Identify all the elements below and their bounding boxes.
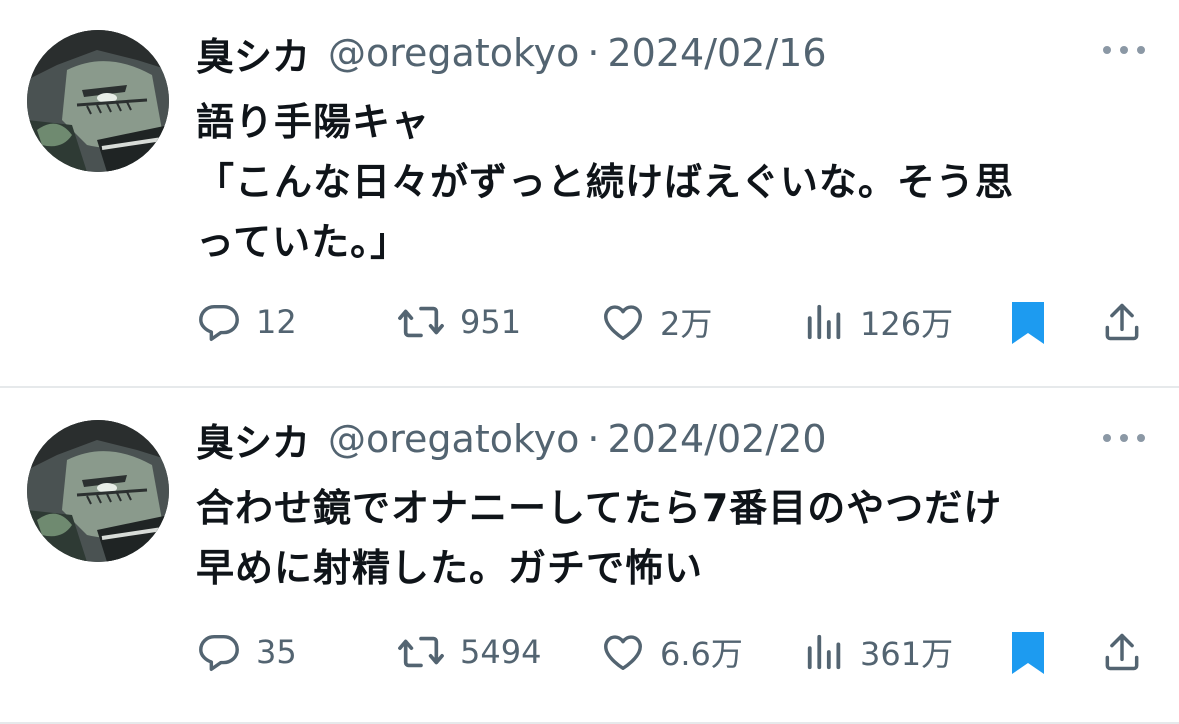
retweet-button[interactable]: 5494 [396,625,541,679]
more-icon[interactable] [1103,40,1145,60]
tweet-text-line: 「こんな日々がずっと続けばえぐいな。そう思 [196,160,1014,204]
bookmark-icon [1012,632,1044,674]
like-icon [604,305,642,341]
reply-count: 12 [256,303,297,341]
tweet-text: 合わせ鏡でオナニーしてたら7番目のやつだけ 早めに射精した。ガチで怖い [196,478,1146,598]
action-bar: 12 951 2万 126万 [196,295,1146,349]
tweet-date[interactable]: 2024/02/20 [607,417,826,461]
share-icon [1105,303,1139,341]
tweet[interactable]: 臭シカ @oregatokyo · 2024/02/16 語り手陽キャ 「こんな… [0,0,1179,388]
views-button[interactable]: 361万 [804,625,953,679]
display-name[interactable]: 臭シカ [196,412,310,467]
share-button[interactable] [1100,625,1144,679]
share-icon [1105,633,1139,671]
bookmark-icon [1012,302,1044,344]
display-name[interactable]: 臭シカ [196,26,310,81]
avatar[interactable] [27,30,169,172]
tweet-header: 臭シカ @oregatokyo · 2024/02/20 [196,412,827,467]
avatar[interactable] [27,420,169,562]
tweet-text: 語り手陽キャ 「こんな日々がずっと続けばえぐいな。そう思 っていた。」 [196,92,1146,272]
reply-icon [199,304,239,341]
user-handle[interactable]: @oregatokyo [328,31,579,75]
bookmark-button[interactable] [1008,295,1048,349]
views-icon [807,634,841,670]
retweet-icon [398,636,444,668]
more-icon[interactable] [1103,428,1145,448]
reply-icon [199,634,239,671]
reply-count: 35 [256,633,297,671]
retweet-button[interactable]: 951 [396,295,521,349]
separator: · [587,31,600,75]
bookmark-button[interactable] [1008,625,1048,679]
retweet-icon [398,306,444,338]
tweet-text-line: 早めに射精した。ガチで怖い [196,546,704,590]
separator: · [587,417,600,461]
tweet-text-line: 合わせ鏡でオナニーしてたら7番目のやつだけ [196,486,1003,530]
reply-button[interactable]: 35 [196,625,297,679]
like-button[interactable]: 6.6万 [600,625,743,679]
tweet[interactable]: 臭シカ @oregatokyo · 2024/02/20 合わせ鏡でオナニーして… [0,388,1179,724]
reply-button[interactable]: 12 [196,295,297,349]
retweet-count: 951 [460,303,522,341]
user-handle[interactable]: @oregatokyo [328,417,579,461]
tweet-text-line: っていた。」 [196,220,410,264]
retweet-count: 5494 [460,633,542,671]
views-count: 126万 [860,305,954,343]
views-button[interactable]: 126万 [804,295,953,349]
avatar-image [27,30,169,172]
like-count: 2万 [660,305,713,343]
avatar-image [27,420,169,562]
tweet-header: 臭シカ @oregatokyo · 2024/02/16 [196,26,827,81]
tweet-text-line: 語り手陽キャ [196,100,431,144]
action-bar: 35 5494 6.6万 361万 [196,625,1146,679]
like-count: 6.6万 [660,635,743,673]
views-count: 361万 [860,635,954,673]
like-button[interactable]: 2万 [600,295,712,349]
tweet-date[interactable]: 2024/02/16 [607,31,826,75]
like-icon [604,635,642,671]
views-icon [807,304,841,340]
share-button[interactable] [1100,295,1144,349]
